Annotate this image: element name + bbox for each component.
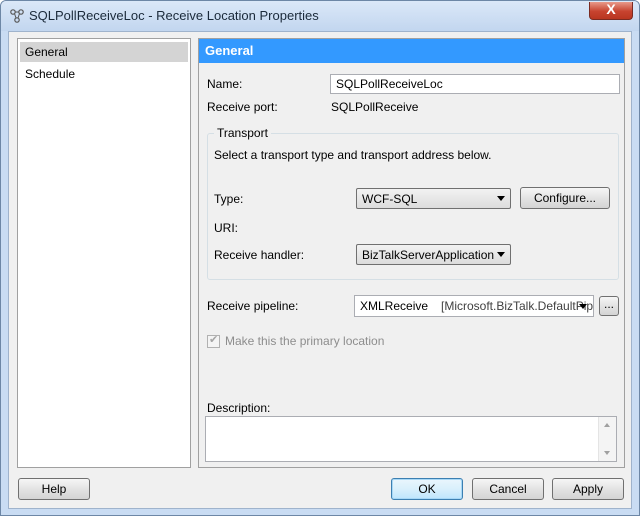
transport-group-title: Transport — [214, 126, 271, 140]
primary-location-label: Make this the primary location — [225, 334, 385, 348]
receive-pipeline-select[interactable]: XMLReceive [Microsoft.BizTalk.DefaultPip — [354, 295, 594, 317]
pipeline-browse-button[interactable]: ... — [599, 296, 619, 316]
description-field[interactable] — [205, 416, 617, 462]
dialog-window: SQLPollReceiveLoc - Receive Location Pro… — [0, 0, 640, 516]
help-button[interactable]: Help — [18, 478, 90, 500]
configure-button[interactable]: Configure... — [520, 187, 610, 209]
ok-button[interactable]: OK — [391, 478, 463, 500]
receive-port-value: SQLPollReceive — [331, 100, 419, 114]
general-panel: General Name: SQLPollReceiveLoc Receive … — [198, 38, 625, 468]
checkmark-icon: ✔ — [209, 334, 219, 346]
transport-group: Transport Select a transport type and tr… — [207, 126, 619, 280]
receive-handler-value: BizTalkServerApplication — [362, 248, 495, 262]
receive-port-label: Receive port: — [207, 100, 278, 114]
name-label: Name: — [207, 77, 243, 91]
pipeline-assembly: [Microsoft.BizTalk.DefaultPip — [441, 299, 594, 313]
receive-location-icon — [10, 9, 24, 23]
scroll-up-icon[interactable] — [604, 423, 610, 427]
close-icon: X — [606, 1, 616, 17]
title-bar[interactable]: SQLPollReceiveLoc - Receive Location Pro… — [1, 1, 639, 31]
type-label: Type: — [214, 192, 244, 206]
chevron-down-icon — [497, 252, 505, 257]
pipeline-name: XMLReceive — [360, 299, 429, 313]
receive-pipeline-label: Receive pipeline: — [207, 299, 299, 313]
chevron-down-icon — [497, 196, 505, 201]
receive-handler-select[interactable]: BizTalkServerApplication — [356, 244, 511, 265]
cancel-button[interactable]: Cancel — [472, 478, 544, 500]
scroll-down-icon[interactable] — [604, 451, 610, 455]
panel-header: General — [199, 39, 624, 63]
transport-type-value: WCF-SQL — [362, 192, 418, 206]
primary-location-checkbox[interactable]: ✔ — [207, 334, 220, 348]
dialog-client-area: General Schedule General Name: SQLPollRe… — [8, 31, 632, 509]
transport-type-select[interactable]: WCF-SQL — [356, 188, 511, 209]
name-field[interactable]: SQLPollReceiveLoc — [330, 74, 620, 94]
transport-hint: Select a transport type and transport ad… — [214, 148, 492, 162]
nav-item-general[interactable]: General — [20, 42, 188, 62]
apply-button[interactable]: Apply — [552, 478, 624, 500]
description-label: Description: — [207, 401, 271, 415]
page-navigation-list: General Schedule — [17, 38, 191, 468]
chevron-down-icon — [579, 304, 587, 309]
receive-handler-label: Receive handler: — [214, 248, 305, 262]
nav-item-schedule[interactable]: Schedule — [20, 64, 188, 84]
uri-label: URI: — [214, 221, 238, 235]
window-title: SQLPollReceiveLoc - Receive Location Pro… — [29, 8, 319, 23]
close-button[interactable]: X — [589, 1, 633, 20]
description-scrollbar[interactable] — [598, 417, 616, 461]
